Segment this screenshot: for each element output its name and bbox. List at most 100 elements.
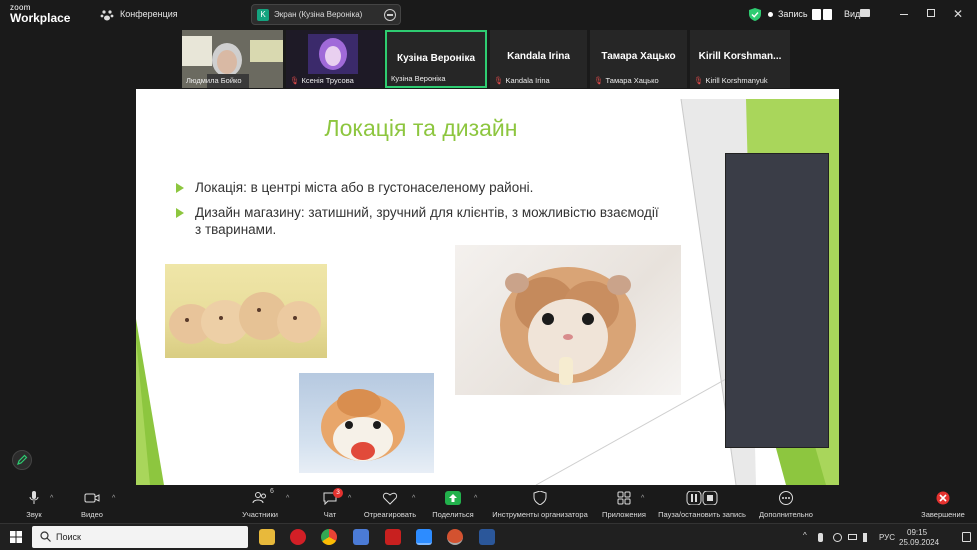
workplace-logo-text: Workplace [10, 11, 71, 25]
shared-slide: Локація та дизайн Локація: в центрі міст… [136, 89, 839, 485]
notifications-icon[interactable] [962, 532, 971, 542]
audio-options-chevron-icon[interactable]: ^ [50, 495, 53, 502]
participant-display-name: Кузіна Вероніка [396, 53, 476, 64]
participant-name: Людмила Бойко [186, 76, 242, 85]
participants-chevron-icon[interactable]: ^ [286, 495, 289, 502]
host-tools-label: Инструменты организатора [492, 510, 588, 519]
pause-stop-recording-button[interactable]: Пауза/остановить запись [654, 485, 750, 523]
heart-reaction-icon [382, 492, 398, 505]
chat-unread-badge: 3 [333, 488, 343, 498]
video-options-chevron-icon[interactable]: ^ [112, 495, 115, 502]
participant-tile[interactable]: 🎙 Ксенія Трусова [286, 30, 383, 88]
participants-button[interactable]: Участники [236, 485, 284, 523]
close-icon[interactable]: ✕ [953, 7, 963, 21]
windows-start-icon[interactable] [10, 531, 22, 543]
file-explorer-icon[interactable] [259, 529, 275, 545]
participant-name: 🎙 Kirill Korshmanyuk [694, 76, 768, 85]
windows-taskbar: Поиск ^ РУС 09:15 25.09.2024 [0, 523, 977, 550]
guinea-pig-photo [299, 373, 434, 473]
share-chevron-icon[interactable]: ^ [474, 495, 477, 502]
apps-grid-icon [617, 491, 631, 505]
word-icon[interactable] [479, 529, 495, 545]
react-button[interactable]: Отреагировать [360, 485, 420, 523]
presenter-video-placeholder [725, 153, 829, 448]
video-camera-icon [84, 493, 100, 503]
tray-volume-icon[interactable] [863, 533, 872, 542]
video-button[interactable]: Видео [72, 485, 112, 523]
bullet-arrow-icon [176, 183, 184, 193]
share-label: Экран (Кузіна Вероніка) [274, 10, 363, 19]
clock-time[interactable]: 09:15 [907, 528, 927, 537]
chat-chevron-icon[interactable]: ^ [348, 495, 351, 502]
participant-tile[interactable]: Людмила Бойко [182, 30, 283, 88]
paw-icon[interactable] [100, 8, 114, 22]
tray-chevron-icon[interactable]: ^ [803, 531, 812, 540]
audio-label: Звук [26, 510, 42, 519]
more-button[interactable]: Дополнительно [756, 485, 816, 523]
pause-stop-recording-icon [686, 491, 718, 505]
react-chevron-icon[interactable]: ^ [412, 495, 415, 502]
zoom-app-icon[interactable] [416, 529, 432, 545]
maximize-icon[interactable] [927, 9, 935, 17]
chat-label: Чат [323, 510, 337, 519]
participant-name: Кузіна Вероніка [391, 74, 446, 83]
search-icon [40, 531, 51, 542]
acrobat-icon[interactable] [385, 529, 401, 545]
view-grid-icon[interactable] [860, 9, 870, 17]
clock-date[interactable]: 25.09.2024 [899, 538, 939, 547]
minimize-share-icon[interactable] [384, 9, 396, 21]
tray-wifi-icon[interactable] [833, 533, 842, 542]
microphone-icon [29, 491, 39, 504]
pause-record-label: Пауза/остановить запись [658, 510, 746, 519]
participant-tile[interactable]: Kandala Irina 🎙 Kandala Irina [490, 30, 587, 88]
end-meeting-button[interactable]: Завершение [918, 485, 968, 523]
sharer-avatar: K [257, 9, 269, 21]
slide-bullet: Дизайн магазину: затишний, зручний для к… [176, 204, 666, 238]
tray-mic-icon[interactable] [818, 533, 823, 542]
store-icon[interactable] [353, 529, 369, 545]
more-label: Дополнительно [759, 510, 813, 519]
participant-display-name: Kandala Irina [507, 51, 570, 62]
recording-dot-icon [768, 12, 773, 17]
apps-button[interactable]: Приложения [598, 485, 650, 523]
powerpoint-icon[interactable] [447, 529, 463, 545]
annotate-pencil-icon[interactable] [12, 450, 32, 470]
share-screen-button[interactable]: Поделиться [428, 485, 478, 523]
recording-pause-icon[interactable] [812, 9, 821, 20]
participant-display-name: Тамара Хацько [601, 51, 676, 62]
host-shield-icon [533, 491, 547, 505]
bullet-arrow-icon [176, 208, 184, 218]
zoom-title-bar: zoom Workplace Конференция K Экран (Кузі… [0, 0, 977, 30]
chrome-icon[interactable] [321, 529, 337, 545]
participant-tile[interactable]: Kirill Korshman... 🎙 Kirill Korshmanyuk [690, 30, 790, 88]
participant-display-name: Kirill Korshman... [698, 51, 782, 62]
slide-title: Локація та дизайн [324, 115, 518, 141]
end-label: Завершение [921, 510, 965, 519]
language-indicator[interactable]: РУС [879, 533, 895, 542]
opera-icon[interactable] [290, 529, 306, 545]
hamster-photo [455, 245, 681, 395]
participant-name: 🎙 Тамара Хацько [594, 76, 659, 85]
share-label: Поделиться [432, 510, 474, 519]
apps-chevron-icon[interactable]: ^ [641, 495, 644, 502]
encryption-shield-icon[interactable] [749, 8, 761, 21]
audio-button[interactable]: Звук [14, 485, 54, 523]
screen-share-indicator[interactable]: K Экран (Кузіна Вероніка) [251, 4, 401, 25]
meeting-name[interactable]: Конференция [120, 9, 178, 19]
recording-stop-icon[interactable] [823, 9, 832, 20]
host-tools-button[interactable]: Инструменты организатора [488, 485, 592, 523]
recording-label: Запись [778, 9, 808, 19]
participant-avatar [308, 34, 358, 74]
participant-tile-active-speaker[interactable]: Кузіна Вероніка Кузіна Вероніка [385, 30, 487, 88]
tray-battery-icon[interactable] [848, 534, 857, 540]
participants-label: Участники [242, 510, 278, 519]
participant-tile[interactable]: Тамара Хацько 🎙 Тамара Хацько [590, 30, 687, 88]
slide-bullet: Локація: в центрі міста або в густонасел… [176, 179, 646, 196]
muted-mic-icon: 🎙 [594, 76, 604, 85]
more-dots-icon [779, 491, 793, 505]
share-screen-icon [445, 491, 461, 505]
minimize-icon[interactable] [900, 14, 908, 15]
participants-count: 6 [270, 488, 274, 495]
end-meeting-icon [936, 491, 950, 505]
view-button[interactable]: Вид [844, 9, 860, 19]
